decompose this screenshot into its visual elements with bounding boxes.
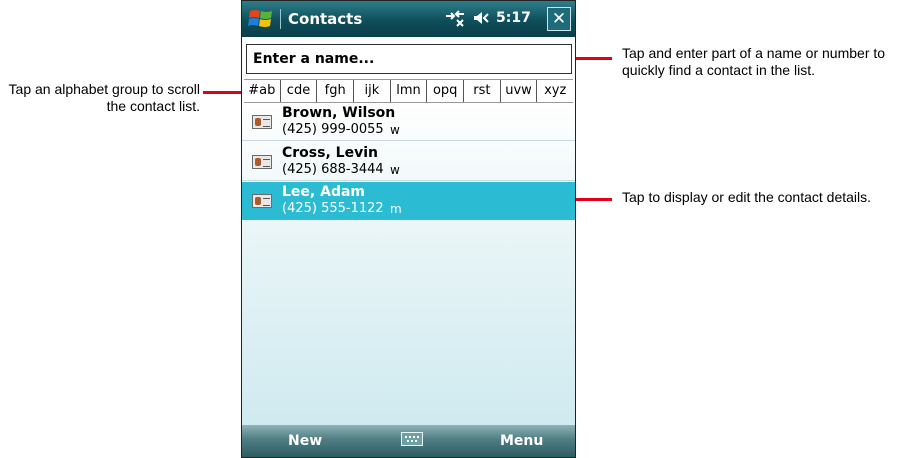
contact-name: Brown, Wilson: [282, 105, 396, 121]
soft-key-bar: New Menu: [242, 425, 575, 457]
volume-icon[interactable]: [472, 9, 490, 27]
contact-phone-type: w: [390, 163, 400, 177]
close-button[interactable]: ✕: [547, 7, 571, 31]
callout-alphabet: Tap an alphabet group to scroll the cont…: [8, 81, 200, 114]
new-softkey[interactable]: New: [288, 433, 322, 449]
title-separator: [280, 9, 281, 29]
contact-name: Lee, Adam: [282, 184, 365, 200]
keyboard-icon[interactable]: [401, 432, 423, 446]
title-bar: Contacts 5:17 ✕: [242, 1, 575, 37]
clock[interactable]: 5:17: [496, 10, 531, 26]
contact-card-icon: [252, 194, 272, 208]
contact-phone: (425) 999-0055: [282, 122, 384, 137]
contact-phone-type: w: [390, 123, 400, 137]
contact-phone: (425) 555-1122: [282, 201, 384, 216]
alphabet-tab-rst[interactable]: rst: [464, 80, 501, 102]
status-area[interactable]: 5:17: [444, 9, 531, 27]
alphabet-tab-cde[interactable]: cde: [281, 80, 318, 102]
contact-phone-type: m: [390, 202, 402, 216]
device-screen: Contacts 5:17 ✕ Enter a name... #ab cde …: [241, 0, 576, 458]
contact-name: Cross, Levin: [282, 145, 378, 161]
contact-card-icon: [252, 155, 272, 169]
contact-row-selected[interactable]: Lee, Adam (425) 555-1122 m: [242, 182, 575, 220]
alphabet-tab-fgh[interactable]: fgh: [317, 80, 355, 102]
contact-card-icon: [252, 115, 272, 129]
callout-search: Tap and enter part of a name or number t…: [622, 45, 886, 78]
alphabet-bar: #ab cde fgh ijk lmn opq rst uvw xyz: [244, 79, 573, 103]
connectivity-icon[interactable]: [444, 9, 466, 27]
contact-row[interactable]: Cross, Levin (425) 688-3444 w: [242, 143, 575, 181]
alphabet-tab-opq[interactable]: opq: [427, 80, 465, 102]
alphabet-tab-xyz[interactable]: xyz: [537, 80, 573, 102]
contact-list[interactable]: Brown, Wilson (425) 999-0055 w Cross, Le…: [242, 103, 575, 425]
callout-contact: Tap to display or edit the contact detai…: [622, 189, 872, 205]
contact-phone: (425) 688-3444: [282, 162, 384, 177]
windows-start-icon[interactable]: [248, 6, 274, 32]
alphabet-tab-ab[interactable]: #ab: [244, 80, 281, 102]
menu-softkey[interactable]: Menu: [500, 433, 543, 449]
alphabet-tab-lmn[interactable]: lmn: [391, 80, 428, 102]
app-title: Contacts: [288, 10, 363, 28]
contact-row[interactable]: Brown, Wilson (425) 999-0055 w: [242, 103, 575, 141]
name-search-input[interactable]: Enter a name...: [246, 44, 572, 74]
alphabet-tab-ijk[interactable]: ijk: [354, 80, 391, 102]
alphabet-tab-uvw[interactable]: uvw: [501, 80, 538, 102]
